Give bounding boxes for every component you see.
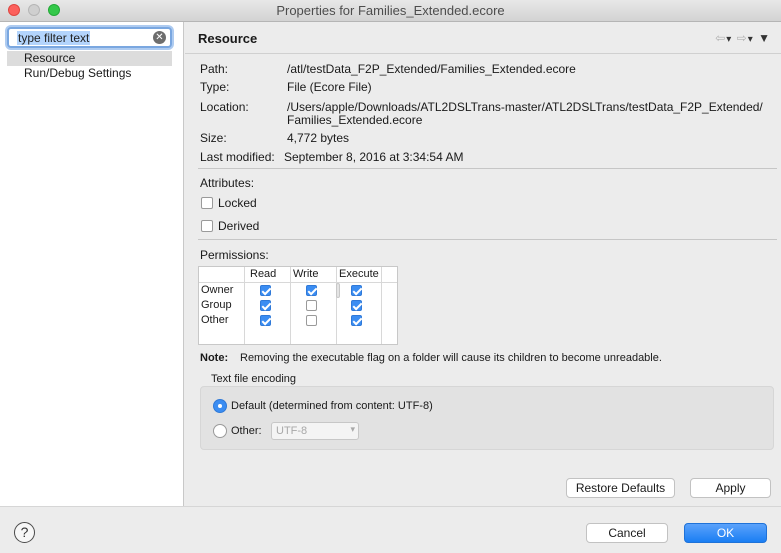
permissions-title: Permissions:	[200, 248, 269, 262]
last-modified-value: September 8, 2016 at 3:34:54 AM	[284, 150, 464, 164]
size-label: Size:	[200, 131, 227, 145]
column-header-read[interactable]: Read	[250, 268, 276, 280]
type-label: Type:	[200, 80, 230, 94]
view-menu-icon[interactable]: ▼	[758, 31, 771, 45]
locked-checkbox[interactable]	[201, 197, 213, 209]
cancel-button[interactable]: Cancel	[586, 523, 668, 543]
table-header-divider	[199, 282, 397, 283]
row-label-group: Group	[201, 299, 232, 311]
back-menu-chevron-icon[interactable]: ▾	[726, 34, 732, 45]
encoding-group-title: Text file encoding	[211, 373, 296, 385]
table-column-divider	[290, 267, 291, 344]
back-arrow-icon[interactable]: ⇦	[715, 31, 726, 45]
header-divider	[185, 53, 781, 54]
row-label-owner: Owner	[201, 284, 234, 296]
note-text: Removing the executable flag on a folder…	[240, 352, 662, 364]
group-execute-checkbox[interactable]	[351, 300, 362, 311]
path-label: Path:	[200, 62, 229, 76]
page-navigation: ⇦▾ ⇨▾ ▼	[715, 31, 771, 45]
permissions-table: Read Write Execute Owner Group Other	[198, 266, 398, 345]
type-value: File (Ecore File)	[287, 80, 372, 94]
title-bar: Properties for Families_Extended.ecore	[0, 0, 781, 22]
other-encoding-label: Other:	[231, 425, 262, 437]
default-encoding-label: Default (determined from content: UTF-8)	[231, 400, 433, 412]
location-value-line1: /Users/apple/Downloads/ATL2DSLTrans-mast…	[287, 100, 763, 114]
row-label-other: Other	[201, 314, 229, 326]
owner-execute-checkbox[interactable]	[351, 285, 362, 296]
location-value-line2: Families_Extended.ecore	[287, 113, 423, 127]
size-value: 4,772 bytes	[287, 131, 350, 145]
group-write-checkbox[interactable]	[306, 300, 317, 311]
divider	[198, 239, 777, 240]
locked-label: Locked	[218, 196, 257, 210]
properties-dialog: Properties for Families_Extended.ecore t…	[0, 0, 781, 553]
derived-checkbox[interactable]	[201, 220, 213, 232]
note-label: Note:	[200, 352, 229, 364]
other-read-checkbox[interactable]	[260, 315, 271, 326]
other-execute-checkbox[interactable]	[351, 315, 362, 326]
default-encoding-radio[interactable]	[213, 399, 227, 413]
tree-item-resource[interactable]: Resource	[7, 51, 172, 66]
location-label: Location:	[200, 100, 249, 114]
column-resize-handle[interactable]	[336, 283, 340, 298]
column-header-write[interactable]: Write	[293, 268, 318, 280]
help-icon[interactable]: ?	[14, 522, 35, 543]
attributes-title: Attributes:	[200, 176, 255, 190]
ok-button[interactable]: OK	[684, 523, 767, 543]
filter-input[interactable]: type filter text ✕	[7, 27, 172, 48]
restore-defaults-button[interactable]: Restore Defaults	[566, 478, 675, 498]
clear-filter-icon[interactable]: ✕	[153, 31, 166, 44]
group-read-checkbox[interactable]	[260, 300, 271, 311]
encoding-select-value: UTF-8	[276, 425, 308, 437]
table-column-divider	[244, 267, 245, 344]
other-write-checkbox[interactable]	[306, 315, 317, 326]
owner-read-checkbox[interactable]	[260, 285, 271, 296]
derived-label: Derived	[218, 219, 260, 233]
divider	[198, 168, 777, 169]
chevron-down-icon: ▾	[350, 424, 355, 434]
other-encoding-radio[interactable]	[213, 424, 227, 438]
apply-button[interactable]: Apply	[690, 478, 771, 498]
page-title: Resource	[198, 31, 258, 46]
column-header-execute[interactable]: Execute	[339, 268, 379, 280]
table-column-divider	[381, 267, 382, 344]
tree-item-run-debug-settings[interactable]: Run/Debug Settings	[7, 66, 172, 81]
resource-page: Resource ⇦▾ ⇨▾ ▼ Path: /atl/testData_F2P…	[185, 22, 781, 506]
footer-divider	[0, 506, 781, 507]
path-value: /atl/testData_F2P_Extended/Families_Exte…	[287, 62, 576, 76]
forward-arrow-icon[interactable]: ⇨	[737, 31, 748, 45]
window-title: Properties for Families_Extended.ecore	[276, 3, 505, 18]
encoding-select[interactable]: UTF-8 ▾	[271, 422, 359, 440]
last-modified-label: Last modified:	[200, 150, 275, 164]
encoding-group	[200, 386, 774, 450]
owner-write-checkbox[interactable]	[306, 285, 317, 296]
property-page-tree: type filter text ✕ Resource Run/Debug Se…	[0, 22, 184, 506]
table-column-divider	[336, 267, 337, 344]
forward-menu-chevron-icon[interactable]: ▾	[748, 34, 754, 45]
filter-text[interactable]: type filter text	[17, 31, 91, 45]
